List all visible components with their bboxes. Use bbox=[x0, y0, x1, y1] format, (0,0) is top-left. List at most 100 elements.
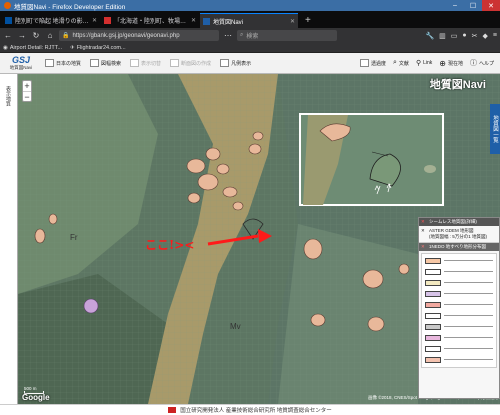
screenshot-icon[interactable]: ✂ bbox=[472, 32, 478, 40]
geonavi-favicon-icon bbox=[203, 17, 210, 25]
menu-icon[interactable]: ≡ bbox=[493, 32, 497, 40]
button-label: Link bbox=[423, 60, 433, 66]
plane-icon: ✈ bbox=[70, 44, 75, 51]
display-toggle-button[interactable]: 表示切替 bbox=[130, 59, 161, 67]
legend-swatch-row bbox=[425, 278, 493, 287]
literature-button[interactable]: ⌕ 文献 bbox=[393, 59, 409, 67]
legend-swatch-text-line bbox=[444, 326, 493, 327]
legend-swatch-row bbox=[425, 311, 493, 320]
button-label: 現在地 bbox=[447, 60, 463, 67]
legend-panel: ✕ シームレス地質図(詳細) ✕ ASTER GDEM 地形図 (地質図幅 : … bbox=[418, 217, 500, 399]
legend-swatches bbox=[421, 253, 497, 368]
inset-zoom-frame bbox=[299, 113, 444, 206]
legend-button[interactable]: 凡例表示 bbox=[220, 59, 251, 67]
legend-swatch bbox=[425, 356, 441, 363]
button-label: 断面図の作成 bbox=[181, 60, 212, 67]
purple-formation bbox=[83, 298, 99, 314]
bookmark-flightradar[interactable]: ✈ Flightradar24.com... bbox=[70, 45, 126, 51]
help-icon: ⓘ bbox=[469, 60, 477, 67]
button-label: 文献 bbox=[398, 60, 409, 67]
bookmark-label: Flightradar24.com... bbox=[76, 44, 126, 51]
legend-swatch bbox=[425, 312, 441, 319]
back-icon[interactable]: ← bbox=[3, 31, 13, 40]
page-actions-icon[interactable]: ⋯ bbox=[223, 31, 233, 40]
map-view[interactable]: Mv Fr + − 地質図Navi 地質図一覧 500 m Google 画像 … bbox=[18, 74, 500, 404]
url-bar[interactable]: 🔒 https://gbank.gsj.jp/geonavi/geonavi.p… bbox=[59, 30, 219, 41]
navigation-bar: ← → ↻ ⌂ 🔒 https://gbank.gsj.jp/geonavi/g… bbox=[0, 28, 500, 43]
tab-geonavi[interactable]: 地質図Navi ✕ bbox=[200, 13, 298, 28]
legend-swatch-row bbox=[425, 344, 493, 353]
maximize-icon[interactable]: ☐ bbox=[464, 0, 482, 11]
new-tab-button[interactable]: + bbox=[299, 13, 317, 28]
current-location-button[interactable]: ⊕ 現在地 bbox=[439, 59, 463, 68]
geonavi-logo[interactable]: GSJ 地質図Navi bbox=[3, 55, 39, 71]
devtools-icon[interactable]: 🔧 bbox=[425, 32, 434, 40]
cross-section-button[interactable]: 断面図の作成 bbox=[170, 59, 211, 67]
extension-icon[interactable]: ◆ bbox=[483, 32, 488, 40]
link-button[interactable]: ⚲ Link bbox=[416, 59, 432, 67]
tab-label: 陸別町で陥起 地滑りの影… bbox=[15, 19, 89, 25]
map-label-fr: Fr bbox=[70, 233, 78, 242]
zoom-control: + − bbox=[22, 80, 32, 102]
legend-swatch-row bbox=[425, 267, 493, 276]
tab-close-icon[interactable]: ✕ bbox=[288, 18, 295, 25]
bookmark-airport[interactable]: ◉ Airport Detail: RJTT... bbox=[3, 45, 62, 51]
tab-close-icon[interactable]: ✕ bbox=[189, 17, 196, 24]
home-icon[interactable]: ⌂ bbox=[45, 31, 55, 40]
side-panel[interactable]: 表示地質 bbox=[0, 74, 18, 404]
search-icon: ⌕ bbox=[240, 32, 244, 38]
link-icon: ⚲ bbox=[415, 60, 422, 67]
legend-swatch-text-line bbox=[444, 304, 493, 305]
close-icon[interactable]: ✕ bbox=[421, 219, 425, 225]
tab-news[interactable]: 陸別町で陥起 地滑りの影… ✕ bbox=[2, 13, 100, 28]
news-favicon-icon bbox=[5, 17, 12, 24]
minimize-icon[interactable]: – bbox=[446, 0, 464, 11]
legend-swatch-text-line bbox=[444, 260, 493, 261]
legend-swatch-text-line bbox=[444, 282, 493, 283]
zoom-in-button[interactable]: + bbox=[23, 81, 31, 91]
tab-bar: 陸別町で陥起 地滑りの影… ✕ 「北海道・陸別町、牧場… ✕ 地質図Navi ✕… bbox=[0, 11, 500, 28]
bookmark-label: Airport Detail: RJTT... bbox=[9, 44, 63, 51]
map-search-button[interactable]: 図幅検索 bbox=[90, 59, 121, 67]
url-text: https://gbank.gsj.jp/geonavi/geonavi.php bbox=[72, 32, 180, 39]
legend-item-aster[interactable]: ✕ ASTER GDEM 地形図 (地質図幅 : 5万分の1 地質図) bbox=[419, 226, 499, 243]
close-icon[interactable]: ✕ bbox=[421, 228, 425, 234]
legend-header-label: シームレス地質図(詳細) bbox=[429, 219, 477, 224]
logo-mark: GSJ bbox=[11, 55, 30, 65]
tab-close-icon[interactable]: ✕ bbox=[90, 17, 97, 24]
library-icon[interactable]: ▥ bbox=[439, 32, 446, 40]
geonavi-toolbar: GSJ 地質図Navi 日本の地質 図幅検索 表示切替 断面図の作成 凡例表示 … bbox=[0, 53, 500, 74]
legend-swatch bbox=[425, 345, 441, 352]
legend-header[interactable]: ✕ シームレス地質図(詳細) bbox=[419, 218, 499, 226]
zoom-out-button[interactable]: − bbox=[23, 91, 31, 102]
firefox-icon bbox=[4, 2, 11, 9]
legend-item-nedo[interactable]: ✕ 1NEDO 地すべり地形分布図 bbox=[419, 243, 499, 251]
toolbar-right-group: 透過度 ⌕ 文献 ⚲ Link ⊕ 現在地 ⓘ ヘルプ bbox=[359, 58, 500, 68]
legend-icon bbox=[220, 59, 230, 67]
legend-swatch bbox=[425, 268, 441, 275]
google-logo: Google bbox=[22, 393, 50, 402]
search-input[interactable]: ⌕ 検索 bbox=[237, 30, 337, 41]
transparency-button[interactable]: 透過度 bbox=[359, 59, 386, 67]
scale-label: 500 m bbox=[24, 386, 37, 391]
legend-swatch-text-line bbox=[444, 359, 493, 360]
forward-icon[interactable]: → bbox=[17, 31, 27, 40]
japan-geology-button[interactable]: 日本の地質 bbox=[45, 59, 81, 67]
account-icon[interactable]: ● bbox=[462, 32, 466, 40]
map-list-tab[interactable]: 地質図一覧 bbox=[490, 104, 500, 154]
side-panel-label: 表示地質 bbox=[5, 86, 11, 106]
close-icon[interactable]: ✕ bbox=[482, 0, 500, 11]
legend-swatch bbox=[425, 323, 441, 330]
legend-swatch-row bbox=[425, 256, 493, 265]
aist-logo-icon bbox=[168, 407, 177, 413]
legend-swatch bbox=[425, 290, 441, 297]
legend-swatch bbox=[425, 301, 441, 308]
reload-icon[interactable]: ↻ bbox=[31, 31, 41, 40]
legend-swatch-text-line bbox=[444, 315, 493, 316]
book-icon bbox=[45, 59, 54, 67]
tab-article[interactable]: 「北海道・陸別町、牧場… ✕ bbox=[101, 13, 199, 28]
close-icon[interactable]: ✕ bbox=[421, 244, 425, 250]
sidebar-icon[interactable]: ▭ bbox=[451, 32, 458, 40]
section-icon bbox=[170, 59, 180, 67]
help-button[interactable]: ⓘ ヘルプ bbox=[470, 58, 494, 68]
